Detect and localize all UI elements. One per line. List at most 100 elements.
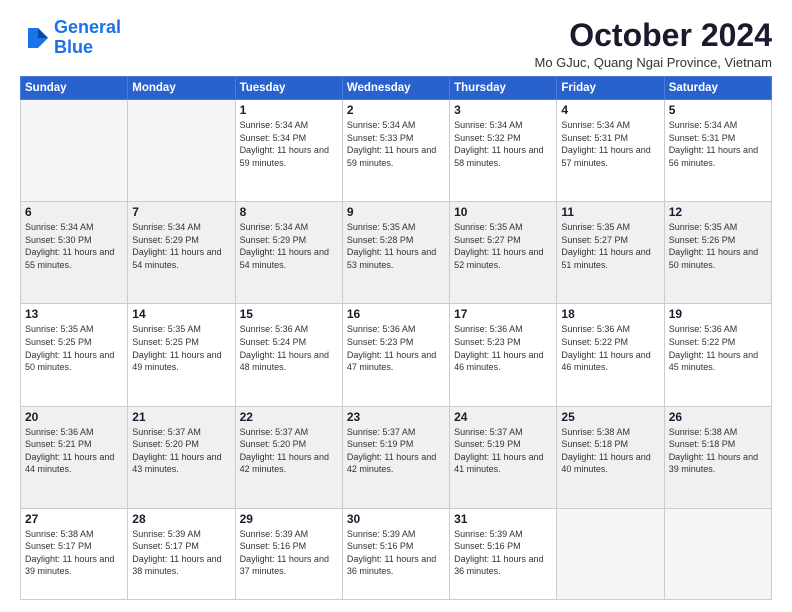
table-row: 4Sunrise: 5:34 AM Sunset: 5:31 PM Daylig… xyxy=(557,100,664,202)
table-row xyxy=(21,100,128,202)
day-number: 26 xyxy=(669,410,767,424)
day-number: 8 xyxy=(240,205,338,219)
header: General Blue October 2024 Mo GJuc, Quang… xyxy=(20,18,772,70)
col-thursday: Thursday xyxy=(450,77,557,100)
table-row: 7 Sunrise: 5:34 AM Sunset: 5:29 PM Daylig… xyxy=(128,202,235,304)
col-sunday: Sunday xyxy=(21,77,128,100)
day-detail: Sunrise: 5:39 AM Sunset: 5:17 PM Dayligh… xyxy=(132,528,230,578)
table-row: 20Sunrise: 5:36 AM Sunset: 5:21 PM Dayli… xyxy=(21,406,128,508)
day-detail: Sunrise: 5:34 AM Sunset: 5:29 PM Dayligh… xyxy=(132,221,230,271)
table-row: 12Sunrise: 5:35 AM Sunset: 5:26 PM Dayli… xyxy=(664,202,771,304)
day-number: 30 xyxy=(347,512,445,526)
day-number: 29 xyxy=(240,512,338,526)
day-number: 31 xyxy=(454,512,552,526)
day-detail: Sunrise: 5:35 AM Sunset: 5:27 PM Dayligh… xyxy=(454,221,552,271)
col-friday: Friday xyxy=(557,77,664,100)
day-number: 11 xyxy=(561,205,659,219)
day-detail: Sunrise: 5:35 AM Sunset: 5:25 PM Dayligh… xyxy=(132,323,230,373)
day-detail: Sunrise: 5:37 AM Sunset: 5:20 PM Dayligh… xyxy=(132,426,230,476)
table-row xyxy=(664,508,771,599)
day-number: 4 xyxy=(561,103,659,117)
day-number: 14 xyxy=(132,307,230,321)
table-row: 25 Sunrise: 5:38 AM Sunset: 5:18 PM Dayli… xyxy=(557,406,664,508)
table-row: 28 Sunrise: 5:39 AM Sunset: 5:17 PM Dayli… xyxy=(128,508,235,599)
day-number: 10 xyxy=(454,205,552,219)
table-row: 11 Sunrise: 5:35 AM Sunset: 5:27 PM Dayli… xyxy=(557,202,664,304)
day-number: 13 xyxy=(25,307,123,321)
table-row: 18 Sunrise: 5:36 AM Sunset: 5:22 PM Dayli… xyxy=(557,304,664,406)
logo-text: General Blue xyxy=(54,18,121,58)
day-detail: Sunrise: 5:39 AM Sunset: 5:16 PM Dayligh… xyxy=(240,528,338,578)
day-detail: Sunrise: 5:36 AM Sunset: 5:24 PM Dayligh… xyxy=(240,323,338,373)
table-row: 15 Sunrise: 5:36 AM Sunset: 5:24 PM Dayli… xyxy=(235,304,342,406)
day-number: 9 xyxy=(347,205,445,219)
day-number: 23 xyxy=(347,410,445,424)
table-row: 29 Sunrise: 5:39 AM Sunset: 5:16 PM Dayli… xyxy=(235,508,342,599)
table-row: 23 Sunrise: 5:37 AM Sunset: 5:19 PM Dayli… xyxy=(342,406,449,508)
day-detail: Sunrise: 5:34 AM Sunset: 5:33 PM Dayligh… xyxy=(347,119,445,169)
logo-line2: Blue xyxy=(54,37,93,57)
day-detail: Sunrise: 5:36 AM Sunset: 5:22 PM Dayligh… xyxy=(561,323,659,373)
day-number: 22 xyxy=(240,410,338,424)
day-detail: Sunrise: 5:35 AM Sunset: 5:28 PM Dayligh… xyxy=(347,221,445,271)
calendar-week-row: 6 Sunrise: 5:34 AM Sunset: 5:30 PM Daylig… xyxy=(21,202,772,304)
table-row: 19Sunrise: 5:36 AM Sunset: 5:22 PM Dayli… xyxy=(664,304,771,406)
table-row xyxy=(128,100,235,202)
day-detail: Sunrise: 5:36 AM Sunset: 5:22 PM Dayligh… xyxy=(669,323,767,373)
day-number: 17 xyxy=(454,307,552,321)
table-row: 2 Sunrise: 5:34 AM Sunset: 5:33 PM Daylig… xyxy=(342,100,449,202)
day-detail: Sunrise: 5:34 AM Sunset: 5:34 PM Dayligh… xyxy=(240,119,338,169)
day-detail: Sunrise: 5:34 AM Sunset: 5:30 PM Dayligh… xyxy=(25,221,123,271)
day-number: 12 xyxy=(669,205,767,219)
day-number: 6 xyxy=(25,205,123,219)
table-row: 22 Sunrise: 5:37 AM Sunset: 5:20 PM Dayli… xyxy=(235,406,342,508)
col-saturday: Saturday xyxy=(664,77,771,100)
day-detail: Sunrise: 5:38 AM Sunset: 5:17 PM Dayligh… xyxy=(25,528,123,578)
day-detail: Sunrise: 5:37 AM Sunset: 5:19 PM Dayligh… xyxy=(347,426,445,476)
page: General Blue October 2024 Mo GJuc, Quang… xyxy=(0,0,792,612)
month-title: October 2024 xyxy=(535,18,773,53)
day-detail: Sunrise: 5:34 AM Sunset: 5:32 PM Dayligh… xyxy=(454,119,552,169)
day-detail: Sunrise: 5:39 AM Sunset: 5:16 PM Dayligh… xyxy=(454,528,552,578)
day-detail: Sunrise: 5:34 AM Sunset: 5:29 PM Dayligh… xyxy=(240,221,338,271)
day-detail: Sunrise: 5:35 AM Sunset: 5:25 PM Dayligh… xyxy=(25,323,123,373)
day-number: 2 xyxy=(347,103,445,117)
day-number: 1 xyxy=(240,103,338,117)
day-detail: Sunrise: 5:35 AM Sunset: 5:27 PM Dayligh… xyxy=(561,221,659,271)
day-detail: Sunrise: 5:38 AM Sunset: 5:18 PM Dayligh… xyxy=(669,426,767,476)
day-number: 15 xyxy=(240,307,338,321)
logo: General Blue xyxy=(20,18,121,58)
table-row: 17Sunrise: 5:36 AM Sunset: 5:23 PM Dayli… xyxy=(450,304,557,406)
col-monday: Monday xyxy=(128,77,235,100)
day-number: 27 xyxy=(25,512,123,526)
table-row xyxy=(557,508,664,599)
calendar-week-row: 13 Sunrise: 5:35 AM Sunset: 5:25 PM Dayli… xyxy=(21,304,772,406)
table-row: 3Sunrise: 5:34 AM Sunset: 5:32 PM Daylig… xyxy=(450,100,557,202)
day-detail: Sunrise: 5:36 AM Sunset: 5:23 PM Dayligh… xyxy=(347,323,445,373)
calendar-week-row: 20Sunrise: 5:36 AM Sunset: 5:21 PM Dayli… xyxy=(21,406,772,508)
calendar-header-row: Sunday Monday Tuesday Wednesday Thursday… xyxy=(21,77,772,100)
table-row: 26 Sunrise: 5:38 AM Sunset: 5:18 PM Dayli… xyxy=(664,406,771,508)
day-number: 5 xyxy=(669,103,767,117)
logo-icon xyxy=(20,24,48,52)
calendar-week-row: 1 Sunrise: 5:34 AM Sunset: 5:34 PM Daylig… xyxy=(21,100,772,202)
table-row: 30 Sunrise: 5:39 AM Sunset: 5:16 PM Dayli… xyxy=(342,508,449,599)
day-number: 25 xyxy=(561,410,659,424)
day-detail: Sunrise: 5:37 AM Sunset: 5:20 PM Dayligh… xyxy=(240,426,338,476)
day-detail: Sunrise: 5:37 AM Sunset: 5:19 PM Dayligh… xyxy=(454,426,552,476)
calendar-table: Sunday Monday Tuesday Wednesday Thursday… xyxy=(20,76,772,600)
day-number: 28 xyxy=(132,512,230,526)
day-detail: Sunrise: 5:38 AM Sunset: 5:18 PM Dayligh… xyxy=(561,426,659,476)
table-row: 5Sunrise: 5:34 AM Sunset: 5:31 PM Daylig… xyxy=(664,100,771,202)
table-row: 31 Sunrise: 5:39 AM Sunset: 5:16 PM Dayli… xyxy=(450,508,557,599)
col-tuesday: Tuesday xyxy=(235,77,342,100)
table-row: 14 Sunrise: 5:35 AM Sunset: 5:25 PM Dayli… xyxy=(128,304,235,406)
day-number: 7 xyxy=(132,205,230,219)
table-row: 8 Sunrise: 5:34 AM Sunset: 5:29 PM Daylig… xyxy=(235,202,342,304)
day-number: 24 xyxy=(454,410,552,424)
day-number: 16 xyxy=(347,307,445,321)
day-number: 18 xyxy=(561,307,659,321)
day-detail: Sunrise: 5:39 AM Sunset: 5:16 PM Dayligh… xyxy=(347,528,445,578)
location: Mo GJuc, Quang Ngai Province, Vietnam xyxy=(535,55,773,70)
day-detail: Sunrise: 5:36 AM Sunset: 5:21 PM Dayligh… xyxy=(25,426,123,476)
